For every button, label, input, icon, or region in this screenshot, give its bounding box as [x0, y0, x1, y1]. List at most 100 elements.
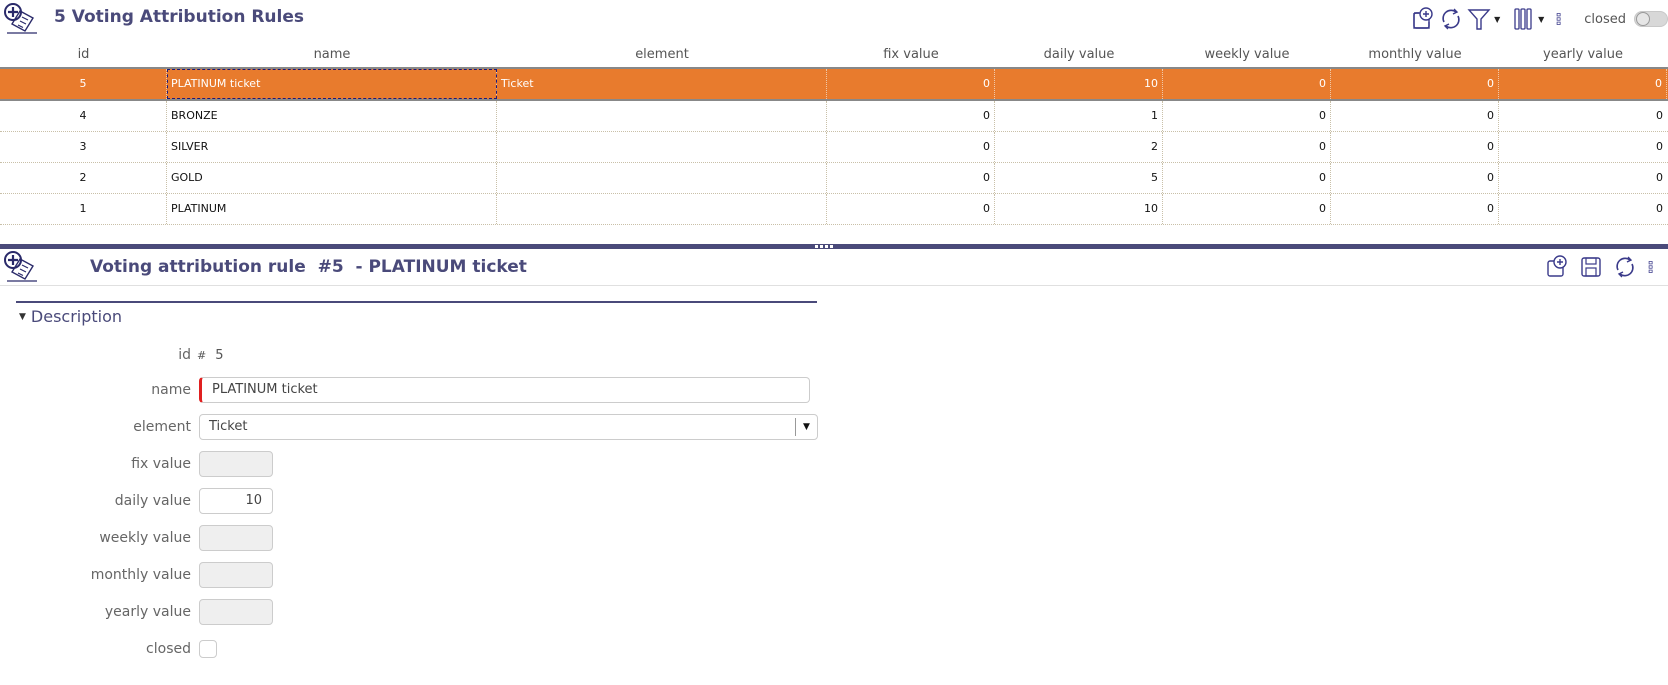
closed-filter-toggle[interactable]: [1634, 11, 1668, 27]
column-header-name[interactable]: name: [167, 40, 497, 67]
cell-daily-value[interactable]: 1: [995, 101, 1163, 131]
table-row[interactable]: 3 SILVER 0 2 0 0 0: [0, 132, 1668, 163]
cell-daily-value[interactable]: 10: [995, 194, 1163, 224]
refresh-icon[interactable]: [1612, 254, 1638, 280]
id-value: #5: [191, 348, 224, 363]
cell-daily-value[interactable]: 2: [995, 132, 1163, 162]
more-options-icon[interactable]: [1554, 6, 1570, 32]
section-title: Description: [30, 307, 123, 326]
element-select[interactable]: Ticket ▼: [199, 414, 818, 440]
cell-yearly-value[interactable]: 0: [1499, 194, 1667, 224]
cell-name[interactable]: GOLD: [167, 163, 497, 193]
more-options-icon[interactable]: [1646, 254, 1662, 280]
table-row[interactable]: 1 PLATINUM 0 10 0 0 0: [0, 194, 1668, 225]
cell-weekly-value[interactable]: 0: [1163, 194, 1331, 224]
columns-icon[interactable]: [1510, 6, 1536, 32]
id-number: 5: [215, 347, 224, 363]
columns-dropdown-caret-icon[interactable]: ▼: [1536, 6, 1546, 32]
column-header-yearly-value[interactable]: yearly value: [1499, 40, 1667, 67]
list-title: 5 Voting Attribution Rules: [54, 7, 305, 27]
form-row-id: id #5: [0, 341, 224, 369]
name-input[interactable]: PLATINUM ticket: [199, 377, 810, 403]
fix-value-label: fix value: [131, 456, 191, 472]
cell-fix-value[interactable]: 0: [827, 194, 995, 224]
closed-checkbox[interactable]: [199, 640, 217, 658]
monthly-value-input[interactable]: [199, 562, 273, 588]
cell-name[interactable]: BRONZE: [167, 101, 497, 131]
cell-element[interactable]: [497, 132, 827, 162]
collapse-caret-icon: ▼: [19, 311, 26, 322]
cell-element[interactable]: Ticket: [497, 69, 827, 99]
rules-grid: id name element fix value daily value we…: [0, 40, 1668, 225]
cell-weekly-value[interactable]: 0: [1163, 132, 1331, 162]
cell-name[interactable]: PLATINUM: [167, 194, 497, 224]
cell-daily-value[interactable]: 5: [995, 163, 1163, 193]
cell-yearly-value[interactable]: 0: [1499, 132, 1667, 162]
cell-id[interactable]: 2: [0, 163, 167, 193]
element-label: element: [133, 419, 191, 435]
id-label: id: [178, 347, 191, 363]
refresh-icon[interactable]: [1438, 6, 1464, 32]
description-section-toggle[interactable]: ▼ Description: [19, 307, 122, 326]
cell-name[interactable]: PLATINUM ticket: [167, 69, 497, 99]
form-row-weekly-value: weekly value: [0, 524, 273, 552]
form-row-daily-value: daily value 10: [0, 487, 273, 515]
form-row-element: element Ticket ▼: [0, 413, 818, 441]
column-header-id[interactable]: id: [0, 40, 167, 67]
column-header-element[interactable]: element: [497, 40, 827, 67]
cell-yearly-value[interactable]: 0: [1499, 163, 1667, 193]
name-label: name: [151, 382, 191, 398]
table-row[interactable]: 4 BRONZE 0 1 0 0 0: [0, 101, 1668, 132]
toggle-knob: [1636, 12, 1650, 26]
form-row-name: name PLATINUM ticket: [0, 376, 810, 404]
new-record-icon[interactable]: [1410, 6, 1436, 32]
daily-value-input[interactable]: 10: [199, 488, 273, 514]
save-icon[interactable]: [1578, 254, 1604, 280]
column-header-monthly-value[interactable]: monthly value: [1331, 40, 1499, 67]
cell-weekly-value[interactable]: 0: [1163, 163, 1331, 193]
weekly-value-input[interactable]: [199, 525, 273, 551]
list-toolbar: ▼ ▼ closed: [1408, 6, 1668, 32]
form-row-fix-value: fix value: [0, 450, 273, 478]
cell-fix-value[interactable]: 0: [827, 69, 995, 99]
chevron-down-icon[interactable]: ▼: [796, 415, 817, 439]
cell-monthly-value[interactable]: 0: [1331, 194, 1499, 224]
cell-id[interactable]: 5: [0, 69, 167, 99]
cell-yearly-value[interactable]: 0: [1499, 101, 1667, 131]
column-header-weekly-value[interactable]: weekly value: [1163, 40, 1331, 67]
splitter-grip-handle[interactable]: [815, 245, 835, 248]
new-record-icon[interactable]: [1544, 254, 1570, 280]
detail-title: Voting attribution rule #5 - PLATINUM ti…: [90, 257, 527, 277]
fix-value-input[interactable]: [199, 451, 273, 477]
cell-weekly-value[interactable]: 0: [1163, 69, 1331, 99]
cell-name[interactable]: SILVER: [167, 132, 497, 162]
column-header-daily-value[interactable]: daily value: [995, 40, 1163, 67]
form-row-monthly-value: monthly value: [0, 561, 273, 589]
cell-element[interactable]: [497, 163, 827, 193]
voting-rules-app-icon: [4, 3, 37, 34]
detail-header: Voting attribution rule #5 - PLATINUM ti…: [0, 249, 1668, 286]
cell-weekly-value[interactable]: 0: [1163, 101, 1331, 131]
cell-id[interactable]: 1: [0, 194, 167, 224]
cell-element[interactable]: [497, 194, 827, 224]
table-row-selected[interactable]: 5 PLATINUM ticket Ticket 0 10 0 0 0: [0, 69, 1668, 101]
cell-fix-value[interactable]: 0: [827, 132, 995, 162]
cell-fix-value[interactable]: 0: [827, 163, 995, 193]
cell-monthly-value[interactable]: 0: [1331, 69, 1499, 99]
cell-monthly-value[interactable]: 0: [1331, 163, 1499, 193]
cell-id[interactable]: 3: [0, 132, 167, 162]
daily-value-label: daily value: [114, 493, 191, 509]
cell-fix-value[interactable]: 0: [827, 101, 995, 131]
filter-dropdown-caret-icon[interactable]: ▼: [1492, 6, 1502, 32]
filter-icon[interactable]: [1466, 6, 1492, 32]
cell-daily-value[interactable]: 10: [995, 69, 1163, 99]
cell-id[interactable]: 4: [0, 101, 167, 131]
column-header-fix-value[interactable]: fix value: [827, 40, 995, 67]
cell-monthly-value[interactable]: 0: [1331, 132, 1499, 162]
cell-element[interactable]: [497, 101, 827, 131]
yearly-value-input[interactable]: [199, 599, 273, 625]
hash-icon: #: [197, 348, 207, 362]
cell-monthly-value[interactable]: 0: [1331, 101, 1499, 131]
cell-yearly-value[interactable]: 0: [1499, 69, 1667, 99]
table-row[interactable]: 2 GOLD 0 5 0 0 0: [0, 163, 1668, 194]
